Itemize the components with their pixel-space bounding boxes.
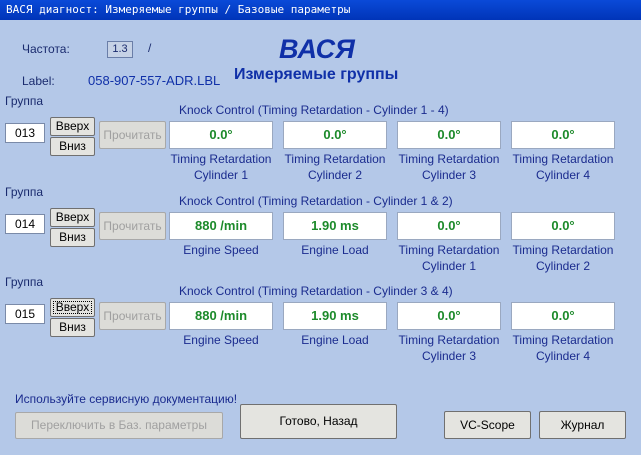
done-back-button[interactable]: Готово, Назад [240,404,397,439]
measured-value-caption: Engine Load [279,332,391,348]
measured-value-field: 1.90 ms [283,302,387,330]
page-title: Измеряемые группы [234,66,399,83]
measured-value-caption: Engine Load [279,242,391,258]
group-read-button[interactable]: Прочитать [99,121,166,149]
caption-line-1: Timing Retardation [398,243,500,257]
group-down-button[interactable]: Вниз [50,228,95,247]
measured-value-caption: Timing Retardation Cylinder 2 [507,242,619,274]
group-number-input[interactable]: 015 [5,304,45,324]
group-label: Группа [5,275,44,289]
group-label: Группа [5,185,44,199]
group-up-button[interactable]: Вверх [50,208,95,227]
caption-line-1: Engine Load [301,243,369,257]
vc-scope-button[interactable]: VC-Scope [444,411,531,439]
switch-basic-settings-button[interactable]: Переключить в Баз. параметры [15,412,223,439]
caption-line-1: Engine Speed [183,243,259,257]
frequency-value: 1.3 [107,41,133,58]
caption-line-1: Engine Speed [183,333,259,347]
measured-value-field: 0.0° [397,121,501,149]
measured-value-field: 0.0° [169,121,273,149]
window-title: ВАСЯ диагност: Измеряемые группы / Базов… [6,3,351,16]
measured-value-caption: Engine Speed [165,332,277,348]
caption-line-1: Engine Load [301,333,369,347]
main-window: ВАСЯ диагност: Измеряемые группы / Базов… [0,0,641,455]
measured-value-caption: Timing Retardation Cylinder 4 [507,332,619,364]
measured-value-field: 0.0° [511,212,615,240]
label-label: Label: [22,74,55,88]
group-title: Knock Control (Timing Retardation - Cyli… [179,284,453,298]
group-down-button[interactable]: Вниз [50,318,95,337]
caption-line-2: Cylinder 1 [193,168,249,182]
caption-line-2: Cylinder 2 [307,168,363,182]
measured-value-caption: Timing Retardation Cylinder 2 [279,151,391,183]
caption-line-2: Cylinder 4 [535,349,591,363]
measured-value-field: 0.0° [283,121,387,149]
group-down-button[interactable]: Вниз [50,137,95,156]
measured-value-caption: Timing Retardation Cylinder 3 [393,332,505,364]
caption-line-1: Timing Retardation [512,333,614,347]
measured-value-field: 0.0° [397,302,501,330]
measured-value-field: 0.0° [397,212,501,240]
caption-line-1: Timing Retardation [512,152,614,166]
measured-value-field: 1.90 ms [283,212,387,240]
group-label: Группа [5,94,44,108]
group-title: Knock Control (Timing Retardation - Cyli… [179,103,449,117]
caption-line-1: Timing Retardation [170,152,272,166]
measured-value-field: 880 /min [169,212,273,240]
caption-line-2: Cylinder 3 [421,349,477,363]
measured-value-caption: Timing Retardation Cylinder 1 [165,151,277,183]
group-up-button[interactable]: Вверх [50,117,95,136]
caption-line-2: Cylinder 2 [535,259,591,273]
frequency-label: Частота: [22,42,70,56]
service-doc-warning: Используйте сервисную документацию! [15,392,238,406]
caption-line-2: Cylinder 1 [421,259,477,273]
measured-value-caption: Timing Retardation Cylinder 1 [393,242,505,274]
measured-value-field: 0.0° [511,302,615,330]
measured-value-field: 0.0° [511,121,615,149]
measured-value-caption: Engine Speed [165,242,277,258]
caption-line-2: Cylinder 4 [535,168,591,182]
group-read-button[interactable]: Прочитать [99,302,166,330]
measured-value-caption: Timing Retardation Cylinder 3 [393,151,505,183]
caption-line-1: Timing Retardation [512,243,614,257]
group-title: Knock Control (Timing Retardation - Cyli… [179,194,453,208]
measured-value-field: 880 /min [169,302,273,330]
group-up-button[interactable]: Вверх [50,298,95,317]
label-file-value: 058-907-557-ADR.LBL [88,73,220,88]
caption-line-1: Timing Retardation [398,333,500,347]
caption-line-1: Timing Retardation [398,152,500,166]
caption-line-1: Timing Retardation [284,152,386,166]
title-bar: ВАСЯ диагност: Измеряемые группы / Базов… [0,0,641,20]
measured-value-caption: Timing Retardation Cylinder 4 [507,151,619,183]
group-number-input[interactable]: 014 [5,214,45,234]
group-read-button[interactable]: Прочитать [99,212,166,240]
app-logo: ВАСЯ [279,34,355,64]
frequency-slash: / [148,41,152,55]
group-number-input[interactable]: 013 [5,123,45,143]
caption-line-2: Cylinder 3 [421,168,477,182]
journal-button[interactable]: Журнал [539,411,626,439]
